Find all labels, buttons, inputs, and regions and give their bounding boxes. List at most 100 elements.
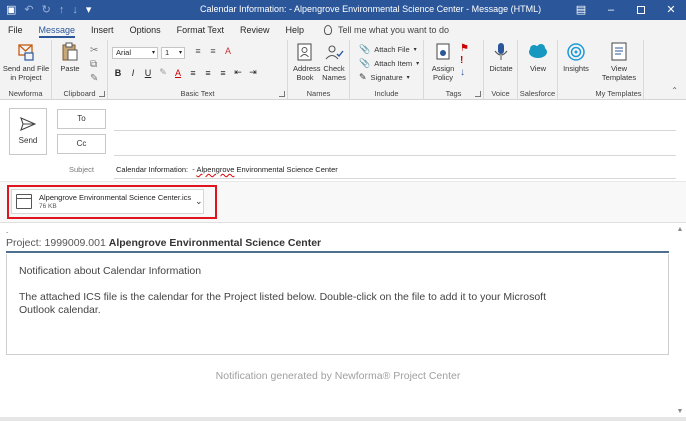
group-insights: Insights: [558, 40, 594, 100]
group-salesforce: View Salesforce: [518, 40, 558, 100]
signature-button[interactable]: ✎ Signature ▾: [359, 72, 410, 83]
footer-note: Notification generated by Newforma® Proj…: [215, 370, 461, 382]
tab-file[interactable]: File: [8, 20, 23, 40]
chevron-down-icon: ▾: [178, 50, 182, 56]
font-color-icon[interactable]: A: [172, 68, 184, 78]
view-templates-label: View Templates: [601, 64, 637, 82]
tab-insert[interactable]: Insert: [91, 20, 114, 40]
group-voice: Dictate Voice: [484, 40, 518, 100]
bottom-scrollbar[interactable]: [0, 417, 686, 421]
view-label: View: [529, 64, 547, 73]
group-label-basic-text: Basic Text: [180, 89, 215, 98]
tab-help[interactable]: Help: [285, 20, 304, 40]
align-center-icon[interactable]: ≡: [202, 68, 214, 78]
clipboard-launcher-icon[interactable]: [99, 91, 105, 97]
font-size-select[interactable]: 1 ▾: [161, 47, 185, 59]
send-icon: [20, 117, 37, 131]
chevron-down-icon: ▾: [151, 50, 155, 56]
ribbon-display-icon[interactable]: ▤: [566, 0, 596, 20]
clipboard-small-icons: ✂ ⧉ ✎: [90, 44, 98, 86]
chevron-down-icon[interactable]: ⌄: [195, 196, 203, 207]
redo-icon[interactable]: ↻: [42, 3, 51, 17]
undo-icon[interactable]: ↶: [24, 3, 33, 17]
low-importance-icon[interactable]: ↓: [460, 67, 469, 79]
project-heading: Project: 1999009.001 Alpengrove Environm…: [6, 237, 321, 249]
address-book-label: Address Book: [293, 64, 321, 82]
body-dot: .: [6, 226, 9, 235]
tag-small-icons: ⚑ ! ↓: [460, 43, 469, 79]
project-name: Alpengrove Environmental Science Center: [108, 237, 322, 249]
window-title: Calendar Information: - Alpengrove Envir…: [200, 4, 542, 14]
address-book-button[interactable]: Address Book: [290, 42, 321, 82]
close-icon[interactable]: ✕: [656, 0, 686, 20]
follow-up-flag-icon[interactable]: ⚑: [460, 43, 469, 55]
align-right-icon[interactable]: ≡: [217, 68, 229, 78]
check-names-button[interactable]: Check Names: [320, 42, 348, 82]
to-field[interactable]: [114, 130, 676, 131]
tags-launcher-icon[interactable]: [475, 91, 481, 97]
restore-icon[interactable]: [626, 0, 656, 20]
group-label-my-templates: My Templates: [595, 89, 642, 98]
format-painter-icon[interactable]: ✎: [90, 72, 98, 86]
insights-button[interactable]: Insights: [560, 42, 592, 73]
calendar-file-icon: [16, 194, 32, 209]
attach-item-button[interactable]: 📎 Attach Item ▾: [359, 58, 419, 69]
paste-button[interactable]: Paste: [58, 42, 82, 73]
notification-title: Notification about Calendar Information: [19, 265, 202, 277]
bullets-icon[interactable]: ≡: [192, 46, 204, 56]
up-arrow-icon[interactable]: ↑: [59, 3, 65, 17]
scroll-up-icon[interactable]: ▲: [676, 226, 684, 233]
group-label-newforma: Newforma: [8, 89, 43, 98]
basic-text-launcher-icon[interactable]: [279, 91, 285, 97]
attachment-size: 76 KB: [39, 203, 57, 210]
send-file-project-button[interactable]: Send and File in Project: [2, 42, 50, 82]
tab-format-text[interactable]: Format Text: [177, 20, 224, 40]
check-names-icon: [323, 42, 345, 62]
group-basic-text: Arial ▾ 1 ▾ ≡ ≡ A B I U ✎ A ≡ ≡ ≡ ⇤ ⇥ Ba…: [108, 40, 288, 100]
decrease-indent-icon[interactable]: ⇤: [232, 67, 244, 78]
to-button[interactable]: To: [57, 109, 106, 129]
insights-label: Insights: [563, 64, 589, 73]
cut-icon[interactable]: ✂: [90, 44, 98, 58]
increase-indent-icon[interactable]: ⇥: [247, 67, 259, 78]
numbering-icon[interactable]: ≡: [207, 46, 219, 56]
dictate-button[interactable]: Dictate: [486, 42, 516, 73]
salesforce-view-button[interactable]: View: [522, 42, 554, 73]
down-arrow-icon[interactable]: ↓: [72, 3, 78, 17]
title-bar: ▣ ↶ ↻ ↑ ↓ ▾ Calendar Information: - Alpe…: [0, 0, 686, 20]
collapse-ribbon-icon[interactable]: ⌃: [671, 86, 678, 95]
assign-policy-button[interactable]: Assign Policy: [426, 42, 460, 82]
view-templates-button[interactable]: View Templates: [596, 42, 642, 82]
send-button[interactable]: Send: [9, 108, 47, 155]
scroll-down-icon[interactable]: ▼: [676, 408, 684, 415]
highlight-color-icon[interactable]: ✎: [157, 67, 169, 78]
underline-icon[interactable]: U: [142, 68, 154, 78]
high-importance-icon[interactable]: !: [460, 55, 469, 67]
minimize-icon[interactable]: –: [596, 0, 626, 20]
customize-toolbar-icon[interactable]: ▾: [86, 3, 92, 17]
bold-icon[interactable]: B: [112, 68, 124, 78]
tell-me-search[interactable]: Tell me what you want to do: [323, 25, 449, 35]
clear-formatting-icon[interactable]: A: [222, 46, 234, 56]
message-body[interactable]: . Project: 1999009.001 Alpengrove Enviro…: [0, 224, 686, 421]
tab-message[interactable]: Message: [38, 20, 75, 40]
ribbon-tabs: File Message Insert Options Format Text …: [0, 20, 686, 40]
subject-field[interactable]: Calendar Information: - Alpengrove Envir…: [116, 165, 338, 174]
cc-button[interactable]: Cc: [57, 134, 106, 154]
send-file-icon: [15, 42, 37, 62]
tab-options[interactable]: Options: [130, 20, 161, 40]
align-left-icon[interactable]: ≡: [187, 68, 199, 78]
project-divider: [6, 251, 669, 253]
tab-review[interactable]: Review: [240, 20, 270, 40]
dictate-label: Dictate: [489, 64, 513, 73]
attach-file-button[interactable]: 📎 Attach File ▾: [359, 44, 417, 55]
templates-icon: [608, 42, 630, 62]
font-size-value: 1: [165, 48, 170, 57]
copy-icon[interactable]: ⧉: [90, 58, 98, 72]
italic-icon[interactable]: I: [127, 68, 139, 78]
font-name-select[interactable]: Arial ▾: [112, 47, 158, 59]
attachment-item[interactable]: Alpengrove Environmental Science Center.…: [11, 189, 204, 214]
cc-field[interactable]: [114, 155, 676, 156]
chevron-down-icon: ▾: [413, 47, 417, 53]
save-icon[interactable]: ▣: [6, 3, 16, 17]
